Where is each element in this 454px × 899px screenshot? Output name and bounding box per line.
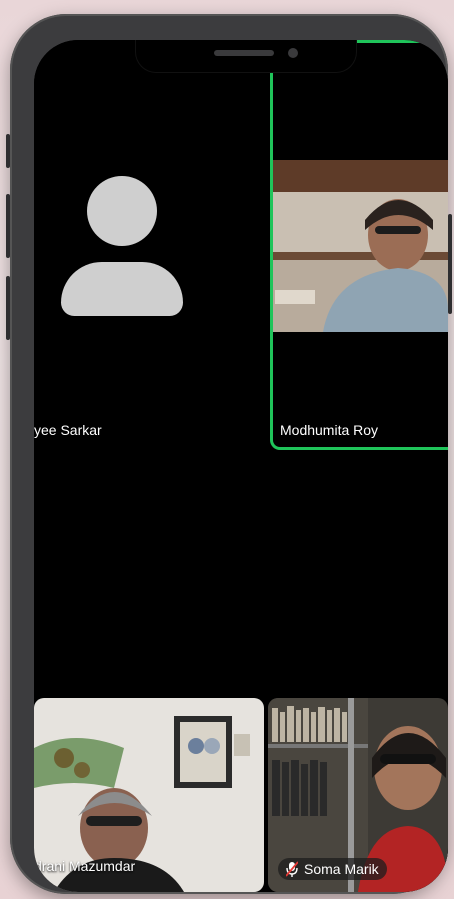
phone-screen: yee Sarkar Modhumita Roy drani Mazumdar …: [34, 40, 448, 892]
front-camera: [288, 48, 298, 58]
earpiece-speaker: [214, 50, 274, 56]
video-frame: [273, 160, 448, 332]
participant-tile-3[interactable]: drani Mazumdar: [34, 698, 264, 892]
volume-up-button: [6, 194, 10, 258]
power-button: [448, 214, 452, 314]
phone-frame: yee Sarkar Modhumita Roy drani Mazumdar …: [6, 14, 452, 894]
mic-muted-icon: [286, 861, 298, 877]
mute-switch: [6, 134, 10, 168]
participant-name: Soma Marik: [304, 861, 379, 877]
participant-name: drani Mazumdar: [34, 858, 136, 874]
participant-name-pill: Soma Marik: [278, 858, 387, 880]
notch: [136, 40, 356, 72]
person-avatar-icon: [87, 176, 157, 246]
volume-down-button: [6, 276, 10, 340]
participant-video: [273, 160, 448, 332]
participant-name: yee Sarkar: [34, 422, 102, 438]
person-avatar-body: [61, 262, 183, 316]
participant-tile-4[interactable]: Soma Marik: [268, 698, 448, 892]
participant-name: Modhumita Roy: [280, 422, 379, 438]
participant-tile-2[interactable]: Modhumita Roy: [270, 40, 448, 450]
participant-tile-1[interactable]: yee Sarkar: [34, 40, 270, 450]
